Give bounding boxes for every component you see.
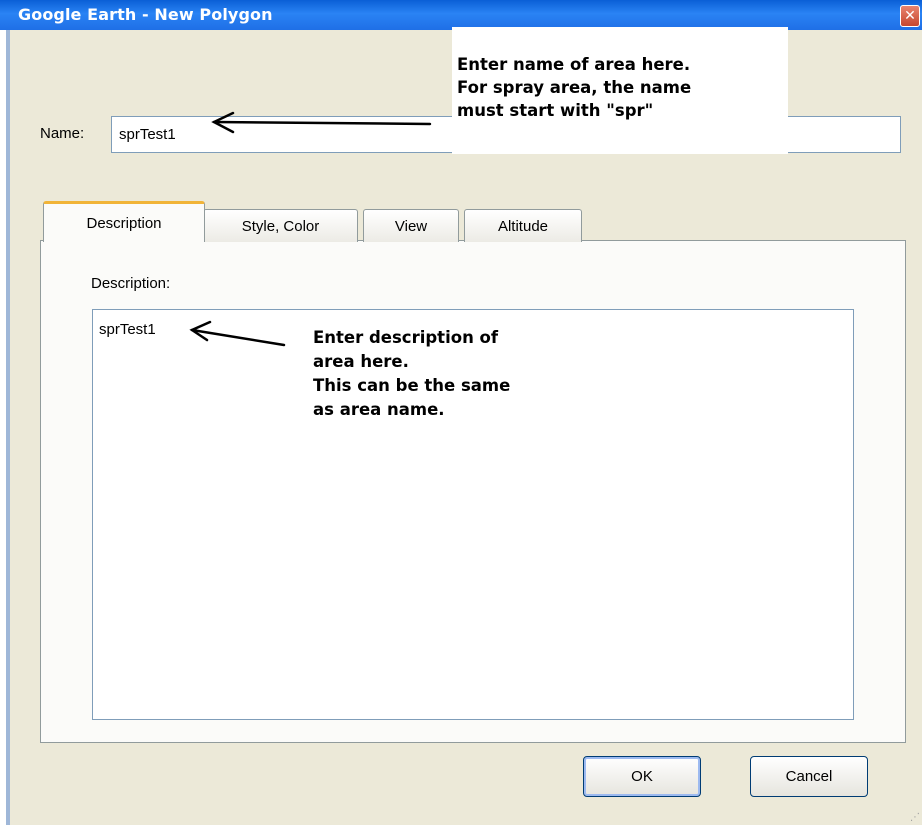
ok-button[interactable]: OK	[583, 756, 701, 797]
tab-description[interactable]: Description	[43, 201, 205, 242]
annotation-arrows	[189, 111, 432, 347]
arrow-left-icon	[211, 111, 432, 134]
arrow-left-icon	[189, 320, 286, 347]
cancel-button[interactable]: Cancel	[750, 756, 868, 797]
resize-grip-icon[interactable]: ⋰	[910, 812, 920, 823]
